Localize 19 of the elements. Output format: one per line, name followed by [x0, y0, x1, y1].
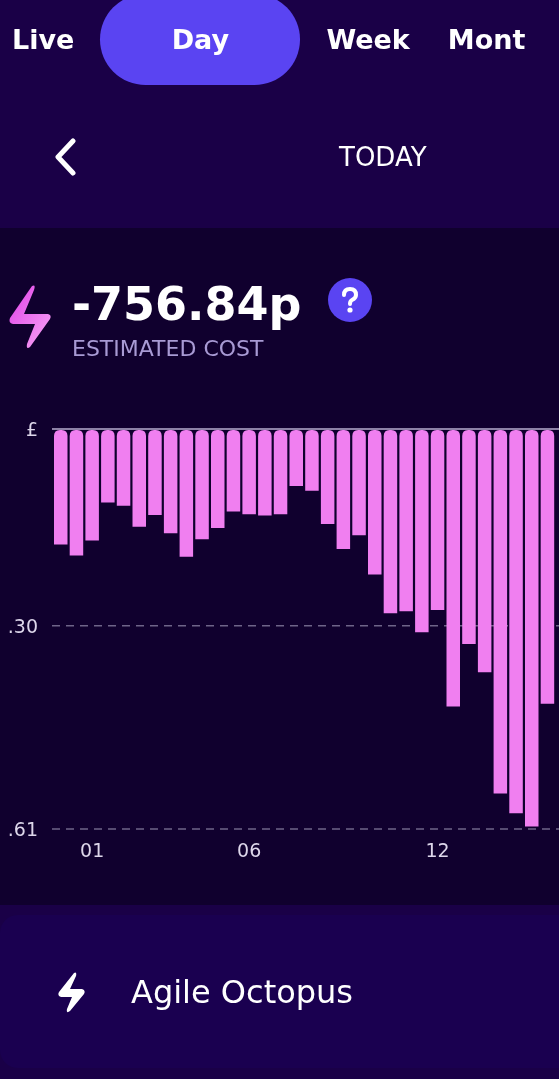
- back-icon[interactable]: [53, 137, 77, 176]
- period-tab[interactable]: Day: [100, 0, 301, 85]
- period-tab[interactable]: Live: [0, 0, 87, 85]
- period-tab[interactable]: Mont: [435, 0, 538, 85]
- axis-label: 12: [425, 839, 450, 861]
- axis-label: £: [25, 419, 38, 440]
- help-icon[interactable]: [327, 278, 372, 322]
- axis-label: 06: [237, 839, 262, 861]
- cost-value: -756.84p: [72, 276, 302, 332]
- cost-caption: ESTIMATED COST: [72, 336, 265, 361]
- lightning-icon: [56, 970, 86, 1013]
- tariff-card[interactable]: Agile Octopus: [0, 915, 559, 1068]
- period-tab[interactable]: Week: [314, 0, 422, 85]
- axis-label: .61: [7, 818, 38, 840]
- period-label: TODAY: [339, 141, 427, 172]
- axis-label: .30: [7, 614, 38, 637]
- lightning-icon: [8, 284, 52, 350]
- axis-label: 01: [80, 839, 105, 861]
- tariff-name: Agile Octopus: [131, 972, 353, 1011]
